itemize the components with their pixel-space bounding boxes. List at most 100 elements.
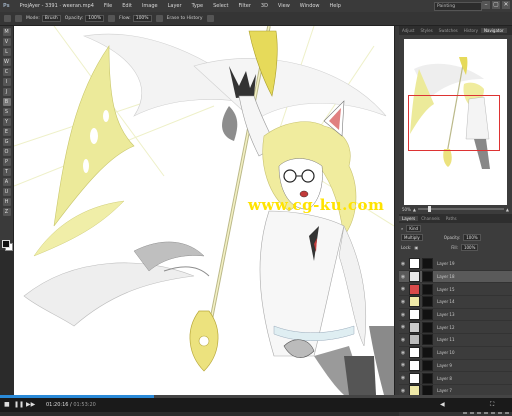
fullscreen-icon[interactable]: ⛶	[490, 401, 494, 409]
layer-mask-thumbnail[interactable]	[422, 334, 433, 346]
navigator-view-frame[interactable]	[408, 95, 500, 151]
hand-tool-icon[interactable]: H	[2, 198, 11, 206]
layer-mask-thumbnail[interactable]	[422, 321, 433, 333]
zoom-value[interactable]: 50%	[402, 207, 411, 212]
zoom-out-icon[interactable]: ▲	[413, 207, 416, 212]
menu-edit[interactable]: Edit	[117, 3, 137, 9]
eye-icon[interactable]: ◉	[399, 375, 407, 381]
eye-icon[interactable]: ◉	[399, 312, 407, 318]
eye-icon[interactable]: ◉	[399, 299, 407, 305]
menu-image[interactable]: Image	[137, 3, 163, 9]
pressure-opacity-icon[interactable]	[108, 15, 116, 22]
magic-wand-tool-icon[interactable]: W	[2, 58, 11, 66]
tab-channels[interactable]: Channels	[418, 216, 443, 221]
navigator-thumbnail[interactable]	[404, 39, 507, 205]
video-progress-track[interactable]	[0, 395, 512, 398]
minimize-button[interactable]: –	[482, 1, 490, 9]
eye-icon[interactable]: ◉	[399, 274, 407, 280]
eye-icon[interactable]: ◉	[399, 337, 407, 343]
layer-mask-thumbnail[interactable]	[422, 258, 433, 270]
type-tool-icon[interactable]: T	[2, 168, 11, 176]
pause-icon[interactable]: ❚❚	[14, 401, 24, 409]
layer-row[interactable]: ◉ Layer 19	[399, 258, 512, 271]
layer-mask-thumbnail[interactable]	[422, 309, 433, 321]
tab-swatches[interactable]: Swatches	[436, 28, 461, 33]
eyedropper-tool-icon[interactable]: I	[2, 78, 11, 86]
tab-history[interactable]: History	[461, 28, 481, 33]
stamp-tool-icon[interactable]: S	[2, 108, 11, 116]
layer-filter-select[interactable]: Kind	[406, 225, 422, 232]
stop-icon[interactable]: ■	[4, 401, 10, 409]
airbrush-icon[interactable]	[155, 15, 163, 22]
layer-row[interactable]: ◉ Layer 11	[399, 334, 512, 347]
layer-row[interactable]: ◉ Layer 9	[399, 359, 512, 373]
eraser-tool-icon[interactable]: E	[2, 128, 11, 136]
gradient-tool-icon[interactable]: G	[2, 138, 11, 146]
crop-tool-icon[interactable]: C	[2, 68, 11, 76]
layer-row[interactable]: ◉ Layer 14	[399, 296, 512, 309]
eye-icon[interactable]: ◉	[399, 388, 407, 394]
layer-row[interactable]: ◉ Layer 12	[399, 321, 512, 335]
layer-mask-thumbnail[interactable]	[422, 271, 433, 283]
maximize-button[interactable]: ▢	[492, 1, 500, 9]
document-canvas[interactable]: www.cg-ku.com	[14, 26, 394, 395]
menu-view[interactable]: View	[273, 3, 295, 9]
layer-mask-thumbnail[interactable]	[422, 372, 433, 384]
pressure-size-icon[interactable]	[206, 15, 214, 22]
zoom-in-icon[interactable]: ▲	[506, 207, 509, 212]
menu-help[interactable]: Help	[325, 3, 346, 9]
fill-input[interactable]: 100%	[460, 244, 479, 251]
dodge-tool-icon[interactable]: O	[2, 148, 11, 156]
move-tool-icon[interactable]: V	[2, 38, 11, 46]
opacity-input[interactable]: 100%	[85, 15, 105, 22]
eye-icon[interactable]: ◉	[399, 362, 407, 368]
layer-row[interactable]: ◉ Layer 15	[399, 283, 512, 297]
menu-3d[interactable]: 3D	[256, 3, 273, 9]
erase-history-option[interactable]: Erase to History	[167, 16, 203, 21]
zoom-tool-icon[interactable]: Z	[2, 208, 11, 216]
eye-icon[interactable]: ◉	[399, 286, 407, 292]
workspace-switcher[interactable]: Painting	[434, 2, 482, 11]
tab-paths[interactable]: Paths	[443, 216, 460, 221]
volume-icon[interactable]: ◀	[440, 401, 445, 409]
marquee-tool-icon[interactable]: M	[2, 28, 11, 36]
mode-select[interactable]: Brush	[41, 15, 61, 22]
layer-opacity-input[interactable]: 100%	[463, 234, 481, 241]
brush-preset-icon[interactable]	[4, 15, 11, 22]
layer-mask-thumbnail[interactable]	[422, 347, 433, 359]
zoom-slider[interactable]	[417, 206, 504, 212]
layer-mask-thumbnail[interactable]	[422, 359, 433, 371]
zoom-slider-knob[interactable]	[427, 206, 431, 212]
layer-row[interactable]: ◉ Layer 18	[399, 270, 512, 284]
tab-adjust[interactable]: Adjust	[399, 28, 418, 33]
history-brush-tool-icon[interactable]: Y	[2, 118, 11, 126]
layer-row[interactable]: ◉ Layer 8	[399, 372, 512, 385]
close-button[interactable]: ✕	[502, 1, 510, 9]
eye-icon[interactable]: ◉	[399, 324, 407, 330]
lasso-tool-icon[interactable]: L	[2, 48, 11, 56]
blend-mode-select[interactable]: Multiply	[401, 234, 423, 241]
next-icon[interactable]: ▶▶	[26, 401, 35, 409]
pen-tool-icon[interactable]: P	[2, 158, 11, 166]
menu-layer[interactable]: Layer	[163, 3, 187, 9]
brush-panel-icon[interactable]	[15, 15, 22, 22]
tab-layers[interactable]: Layers	[399, 216, 419, 221]
layer-row[interactable]: ◉ Layer 10	[399, 347, 512, 360]
tab-navigator[interactable]: Navigator	[481, 28, 507, 33]
layer-mask-thumbnail[interactable]	[422, 283, 433, 295]
eye-icon[interactable]: ◉	[399, 261, 407, 267]
flow-input[interactable]: 100%	[132, 15, 152, 22]
brush-tool-icon[interactable]: B	[2, 98, 11, 106]
eye-icon[interactable]: ◉	[399, 350, 407, 356]
menu-select[interactable]: Select	[208, 3, 233, 9]
menu-filter[interactable]: Filter	[234, 3, 256, 9]
layer-mask-thumbnail[interactable]	[422, 296, 433, 308]
lock-icon[interactable]: ▣	[414, 245, 418, 250]
menu-type[interactable]: Type	[187, 3, 208, 9]
path-select-tool-icon[interactable]: A	[2, 178, 11, 186]
shape-tool-icon[interactable]: U	[2, 188, 11, 196]
tab-styles[interactable]: Styles	[418, 28, 436, 33]
menu-window[interactable]: Window	[295, 3, 325, 9]
healing-tool-icon[interactable]: J	[2, 88, 11, 96]
menu-file[interactable]: File	[99, 3, 117, 9]
